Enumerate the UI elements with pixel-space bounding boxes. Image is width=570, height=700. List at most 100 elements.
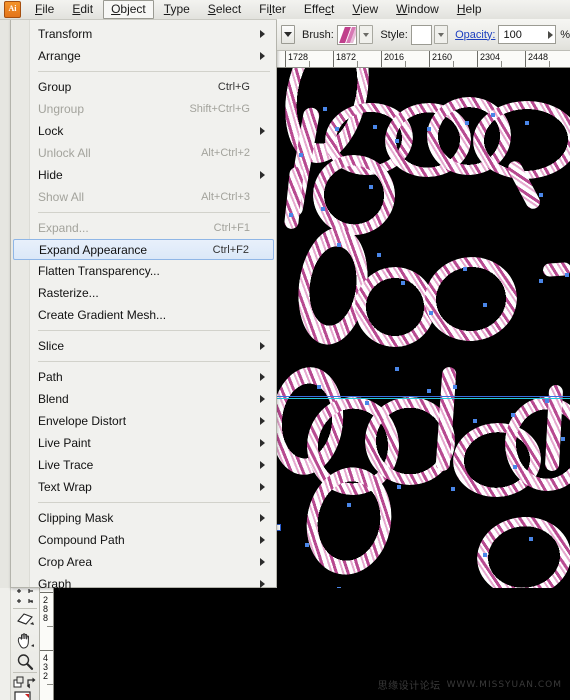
path-anchor-point[interactable] — [299, 153, 303, 157]
menu-item-clipping-mask[interactable]: Clipping Mask — [11, 507, 276, 529]
path-anchor-point[interactable] — [483, 553, 487, 557]
path-anchor-point[interactable] — [289, 213, 293, 217]
menubar-item-select[interactable]: Select — [200, 0, 249, 19]
path-anchor-point[interactable] — [565, 273, 569, 277]
menu-item-blend[interactable]: Blend — [11, 388, 276, 410]
path-anchor-point[interactable] — [395, 139, 399, 143]
watermark-cn-text: 思缘设计论坛 — [377, 681, 441, 692]
menu-item-live-paint[interactable]: Live Paint — [11, 432, 276, 454]
submenu-arrow-icon — [260, 342, 265, 350]
path-anchor-point[interactable] — [539, 193, 543, 197]
path-anchor-point[interactable] — [451, 487, 455, 491]
menu-item-label: Show All — [38, 190, 85, 204]
menu-item-lock[interactable]: Lock — [11, 120, 276, 142]
menubar-item-type[interactable]: Type — [156, 0, 198, 19]
path-anchor-point[interactable] — [427, 127, 431, 131]
brush-dropdown-button[interactable] — [359, 25, 374, 44]
path-anchor-point[interactable] — [513, 465, 517, 469]
menu-item-rasterize[interactable]: Rasterize... — [11, 282, 276, 304]
path-anchor-point[interactable] — [369, 185, 373, 189]
ruler-label-digit: 2 — [42, 671, 48, 681]
path-anchor-point[interactable] — [427, 389, 431, 393]
path-anchor-point[interactable] — [561, 437, 565, 441]
path-anchor-point[interactable] — [463, 267, 467, 271]
path-anchor-point[interactable] — [525, 121, 529, 125]
path-anchor-point[interactable] — [473, 419, 477, 423]
spinner-arrow-icon[interactable] — [548, 30, 554, 39]
fill-swatch[interactable] — [11, 688, 42, 700]
menubar-item-help[interactable]: Help — [449, 0, 490, 19]
opacity-label[interactable]: Opacity: — [455, 29, 495, 41]
menu-item-expand-appearance[interactable]: Expand Appearance Ctrl+F2 — [13, 239, 274, 260]
ruler-minor-tick — [501, 61, 502, 67]
ruler-minor-tick — [357, 61, 358, 67]
path-anchor-point[interactable] — [465, 121, 469, 125]
path-anchor-point[interactable] — [305, 543, 309, 547]
path-anchor-point[interactable] — [529, 537, 533, 541]
path-anchor-point[interactable] — [373, 125, 377, 129]
menu-item-flatten-transparency[interactable]: Flatten Transparency... — [11, 260, 276, 282]
path-anchor-point[interactable] — [397, 485, 401, 489]
path-anchor-point[interactable] — [335, 127, 339, 131]
menubar-item-edit[interactable]: Edit — [64, 0, 101, 19]
app-logo-icon: Ai — [4, 1, 21, 18]
menu-item-text-wrap[interactable]: Text Wrap — [11, 476, 276, 498]
eraser-icon — [17, 613, 34, 625]
menubar-item-file[interactable]: File — [27, 0, 62, 19]
path-anchor-point[interactable] — [395, 367, 399, 371]
menu-item-label: Create Gradient Mesh... — [38, 308, 167, 322]
menu-item-envelope-distort[interactable]: Envelope Distort — [11, 410, 276, 432]
menu-item-slice[interactable]: Slice — [11, 335, 276, 357]
zoom-tool[interactable] — [11, 652, 39, 672]
menu-item-label: Text Wrap — [38, 480, 92, 494]
path-anchor-point[interactable] — [483, 303, 487, 307]
path-anchor-point[interactable] — [321, 207, 325, 211]
menu-item-label: Live Paint — [38, 436, 91, 450]
menu-item-crop-area[interactable]: Crop Area — [11, 551, 276, 573]
menubar-item-object[interactable]: Object — [103, 0, 154, 19]
path-anchor-point[interactable] — [511, 413, 515, 417]
path-anchor-point[interactable] — [491, 113, 495, 117]
brush-swatch[interactable] — [336, 24, 358, 45]
stroke-dropdown-button[interactable] — [281, 25, 296, 44]
submenu-arrow-icon — [260, 580, 265, 588]
menubar-item-filter[interactable]: Filter — [251, 0, 294, 19]
menu-item-hide[interactable]: Hide — [11, 164, 276, 186]
menu-item-live-trace[interactable]: Live Trace — [11, 454, 276, 476]
magnifier-icon — [17, 654, 34, 670]
menubar-item-view[interactable]: View — [344, 0, 386, 19]
selection-bounding-box[interactable] — [277, 396, 570, 588]
path-anchor-point[interactable] — [401, 281, 405, 285]
menu-item-transform[interactable]: Transform — [11, 23, 276, 45]
horizontal-ruler[interactable]: 1728 1872 2016 2160 2304 2448 — [277, 50, 570, 68]
style-dropdown-button[interactable] — [434, 25, 449, 44]
menu-item-arrange[interactable]: Arrange — [11, 45, 276, 67]
style-swatch[interactable] — [410, 24, 433, 45]
path-anchor-point[interactable] — [365, 401, 369, 405]
selection-handle[interactable] — [277, 524, 281, 531]
menubar-item-effect[interactable]: Effect — [296, 0, 342, 19]
artwork-canvas[interactable] — [277, 67, 570, 588]
path-anchor-point[interactable] — [347, 503, 351, 507]
menubar-item-window[interactable]: Window — [388, 0, 447, 19]
menu-item-label: Ungroup — [38, 102, 85, 116]
menu-item-compound-path[interactable]: Compound Path — [11, 529, 276, 551]
ruler-major-tick — [38, 650, 53, 651]
ruler-major-tick — [285, 50, 286, 67]
path-anchor-point[interactable] — [545, 399, 549, 403]
path-anchor-point[interactable] — [429, 311, 433, 315]
path-anchor-point[interactable] — [337, 243, 341, 247]
menu-item-group[interactable]: Group Ctrl+G — [11, 76, 276, 98]
path-anchor-point[interactable] — [539, 279, 543, 283]
path-anchor-point[interactable] — [453, 385, 457, 389]
menu-item-create-gradient-mesh[interactable]: Create Gradient Mesh... — [11, 304, 276, 326]
path-anchor-point[interactable] — [317, 385, 321, 389]
menu-item-graph[interactable]: Graph — [11, 573, 276, 595]
menu-item-path[interactable]: Path — [11, 366, 276, 388]
eraser-tool[interactable] — [11, 609, 39, 629]
opacity-input[interactable]: 100 — [498, 25, 557, 44]
hand-tool[interactable] — [11, 631, 39, 651]
path-anchor-point[interactable] — [377, 253, 381, 257]
menu-item-shortcut: Ctrl+F2 — [212, 243, 249, 256]
path-anchor-point[interactable] — [323, 107, 327, 111]
